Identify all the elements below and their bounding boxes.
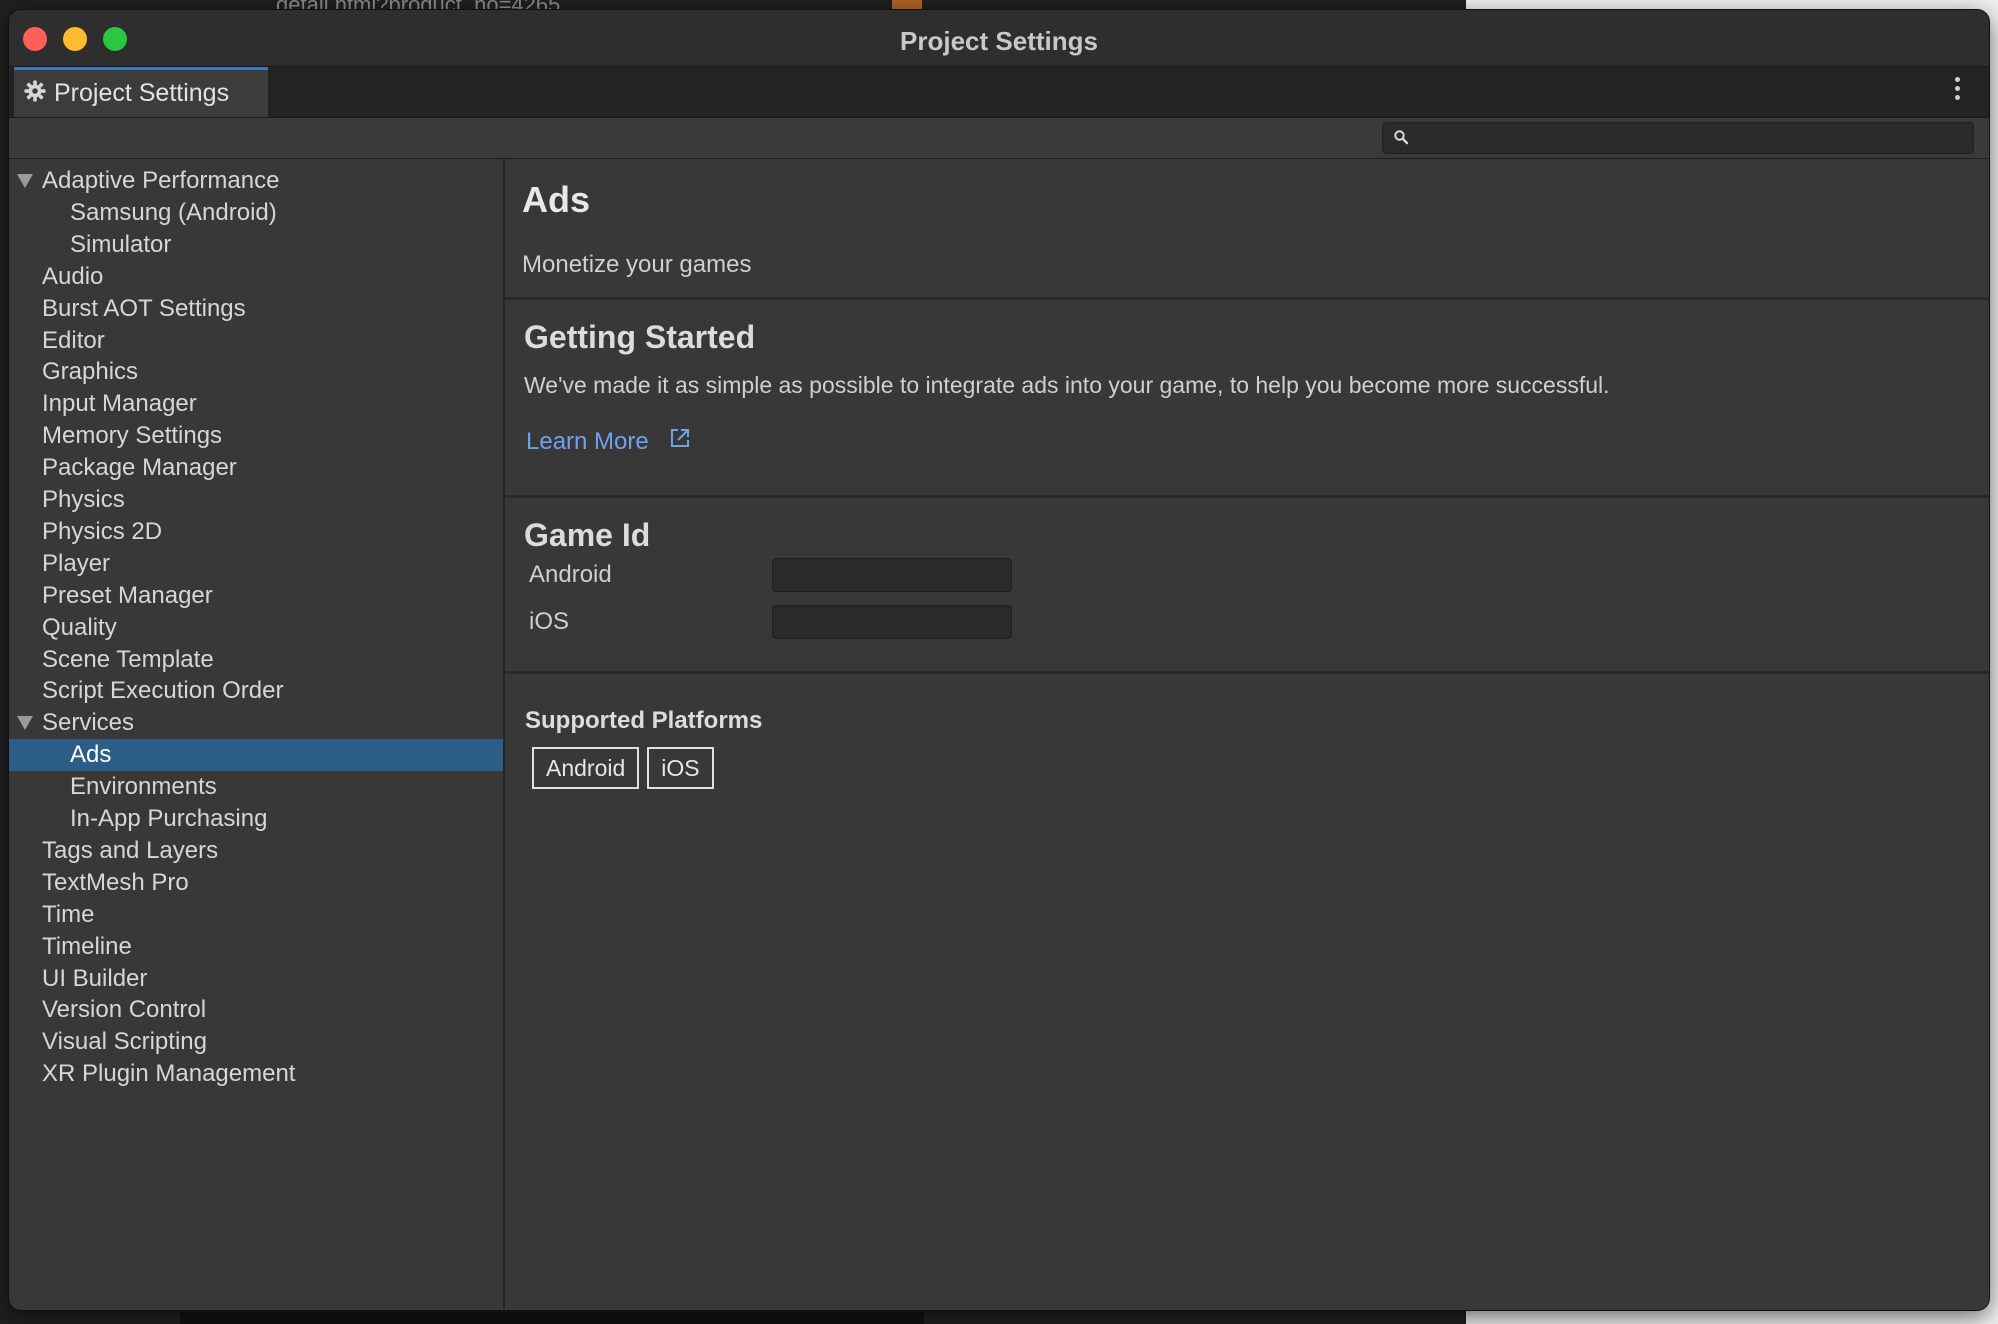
page-title: Ads: [522, 179, 591, 220]
sidebar-item-label: Scene Template: [42, 645, 214, 673]
tab-project-settings[interactable]: Project Settings: [14, 67, 268, 117]
sidebar-item-audio[interactable]: Audio: [9, 261, 503, 293]
external-link-icon: [669, 427, 691, 456]
sidebar-item-xr-plugin-management[interactable]: XR Plugin Management: [9, 1058, 503, 1090]
platform-badge-ios: iOS: [647, 747, 714, 789]
sidebar-item-label: Memory Settings: [42, 422, 223, 450]
background-strip: [180, 1312, 924, 1324]
sidebar-item-quality[interactable]: Quality: [9, 612, 503, 644]
supported-platforms-list: Android iOS: [532, 747, 714, 789]
sidebar-item-preset-manager[interactable]: Preset Manager: [9, 580, 503, 612]
expand-arrow-icon[interactable]: [17, 174, 33, 188]
sidebar-item-graphics[interactable]: Graphics: [9, 356, 503, 388]
sidebar-item-simulator[interactable]: Simulator: [9, 229, 503, 261]
sidebar-item-in-app-purchasing[interactable]: In-App Purchasing: [9, 803, 503, 835]
tab-label: Project Settings: [54, 79, 230, 107]
sidebar-item-label: XR Plugin Management: [42, 1060, 296, 1088]
sidebar-item-ui-builder[interactable]: UI Builder: [9, 963, 503, 995]
sidebar-item-physics-2d[interactable]: Physics 2D: [9, 516, 503, 548]
android-game-id-input[interactable]: [772, 558, 1012, 592]
sidebar-item-label: Audio: [42, 262, 104, 290]
sidebar-item-editor[interactable]: Editor: [9, 325, 503, 357]
gear-icon: [24, 80, 46, 107]
sidebar-item-label: Burst AOT Settings: [42, 294, 246, 322]
sidebar-item-label: UI Builder: [42, 964, 148, 992]
sidebar-item-label: Visual Scripting: [42, 1028, 207, 1056]
sidebar-item-adaptive-performance[interactable]: Adaptive Performance: [9, 165, 503, 197]
sidebar-item-label: Quality: [42, 613, 117, 641]
sidebar-item-label: Time: [42, 900, 95, 928]
sidebar-item-label: Graphics: [42, 358, 139, 386]
search-toolbar: [9, 118, 1989, 159]
sidebar-item-player[interactable]: Player: [9, 548, 503, 580]
settings-sidebar: Adaptive Performance Samsung (Android) Sim…: [9, 159, 505, 1310]
page-subtitle: Monetize your games: [522, 251, 752, 278]
sidebar-item-label: Timeline: [42, 932, 132, 960]
getting-started-heading: Getting Started: [524, 319, 756, 355]
learn-more-link[interactable]: Learn More: [526, 427, 691, 456]
sidebar-item-label: Script Execution Order: [42, 677, 284, 705]
sidebar-item-label: Simulator: [70, 230, 172, 258]
project-settings-window: Project Settings Project Settings Adapti…: [9, 10, 1989, 1310]
section-divider: [505, 297, 1989, 300]
sidebar-item-version-control[interactable]: Version Control: [9, 994, 503, 1026]
sidebar-item-physics[interactable]: Physics: [9, 484, 503, 516]
sidebar-item-label: TextMesh Pro: [42, 868, 189, 896]
sidebar-item-services[interactable]: Services: [9, 707, 503, 739]
search-icon: [1393, 129, 1409, 150]
sidebar-item-label: Ads: [70, 741, 112, 769]
sidebar-item-label: In-App Purchasing: [70, 805, 268, 832]
sidebar-item-timeline[interactable]: Timeline: [9, 931, 503, 963]
sidebar-item-memory-settings[interactable]: Memory Settings: [9, 420, 503, 452]
search-input[interactable]: [1417, 123, 1971, 155]
sidebar-item-ads[interactable]: Ads: [9, 739, 503, 772]
sidebar-item-label: Physics: [42, 486, 125, 513]
sidebar-item-environments[interactable]: Environments: [9, 771, 503, 803]
sidebar-item-label: Player: [42, 549, 111, 577]
sidebar-item-script-execution-order[interactable]: Script Execution Order: [9, 675, 503, 707]
expand-arrow-icon[interactable]: [17, 716, 33, 731]
sidebar-item-label: Preset Manager: [42, 581, 213, 609]
sidebar-item-label: Adaptive Performance: [42, 167, 280, 194]
game-id-heading: Game Id: [524, 517, 651, 553]
sidebar-item-samsung-android[interactable]: Samsung (Android): [9, 197, 503, 229]
sidebar-item-label: Environments: [70, 773, 217, 801]
sidebar-item-label: Input Manager: [42, 390, 197, 418]
search-box[interactable]: [1382, 122, 1974, 155]
section-divider: [505, 495, 1989, 498]
learn-more-label: Learn More: [526, 427, 649, 455]
ios-game-id-input[interactable]: [772, 605, 1012, 639]
sidebar-item-burst-aot-settings[interactable]: Burst AOT Settings: [9, 293, 503, 325]
window-title: Project Settings: [900, 26, 1098, 56]
sidebar-item-scene-template[interactable]: Scene Template: [9, 644, 503, 676]
sidebar-item-label: Tags and Layers: [42, 836, 219, 864]
sidebar-item-label: Editor: [42, 326, 105, 354]
sidebar-item-tags-and-layers[interactable]: Tags and Layers: [9, 835, 503, 867]
sidebar-item-label: Services: [42, 709, 135, 737]
platform-badge-android: Android: [532, 747, 640, 789]
sidebar-item-textmesh-pro[interactable]: TextMesh Pro: [9, 867, 503, 899]
android-game-id-label: Android: [529, 561, 612, 588]
section-divider: [505, 671, 1989, 674]
sidebar-item-label: Samsung (Android): [70, 198, 277, 226]
sidebar-item-time[interactable]: Time: [9, 899, 503, 931]
sidebar-item-package-manager[interactable]: Package Manager: [9, 452, 503, 484]
sidebar-item-label: Physics 2D: [42, 517, 163, 545]
sidebar-item-visual-scripting[interactable]: Visual Scripting: [9, 1026, 503, 1058]
ads-settings-panel: Ads Monetize your games Getting Started …: [505, 159, 1989, 1310]
supported-platforms-heading: Supported Platforms: [525, 707, 763, 734]
tab-bar: Project Settings: [9, 67, 1989, 118]
sidebar-item-label: Package Manager: [42, 454, 237, 482]
sidebar-item-input-manager[interactable]: Input Manager: [9, 388, 503, 420]
more-options-icon[interactable]: [1955, 77, 1961, 107]
ios-game-id-label: iOS: [529, 608, 570, 635]
title-bar[interactable]: Project Settings: [9, 10, 1989, 67]
sidebar-item-label: Version Control: [42, 996, 207, 1024]
getting-started-description: We've made it as simple as possible to i…: [524, 372, 1610, 398]
